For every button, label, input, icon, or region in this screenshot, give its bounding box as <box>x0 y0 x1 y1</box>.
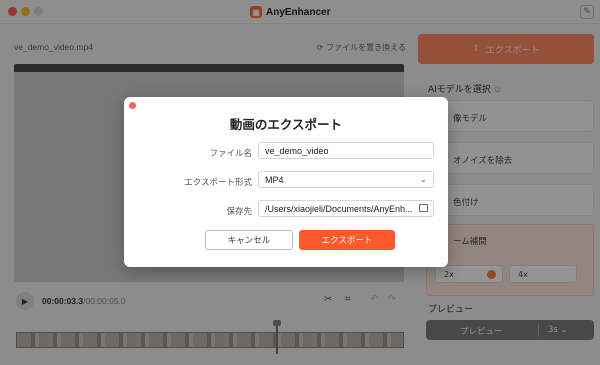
filename-field[interactable]: ve_demo_video <box>258 142 434 159</box>
destination-label: 保存先 <box>226 207 252 217</box>
dialog-title: 動画のエクスポート <box>229 118 343 132</box>
filename-label: ファイル名 <box>209 149 252 159</box>
destination-value: /Users/xiaojieli/Documents/AnyEnh... <box>265 204 413 214</box>
dialog-close-button[interactable] <box>129 102 136 109</box>
format-label: エクスポート形式 <box>184 178 252 188</box>
chevron-down-icon: ⌄ <box>419 174 427 184</box>
export-dialog: 動画のエクスポート ファイル名 ve_demo_video エクスポート形式 M… <box>124 97 448 267</box>
format-value: MP4 <box>265 175 284 185</box>
folder-icon[interactable] <box>419 204 428 212</box>
destination-field[interactable]: /Users/xiaojieli/Documents/AnyEnh... <box>258 200 434 217</box>
cancel-button[interactable]: キャンセル <box>205 230 293 250</box>
dialog-export-button[interactable]: エクスポート <box>299 230 395 250</box>
format-select[interactable]: MP4 ⌄ <box>258 171 434 188</box>
filename-value: ve_demo_video <box>265 146 329 156</box>
